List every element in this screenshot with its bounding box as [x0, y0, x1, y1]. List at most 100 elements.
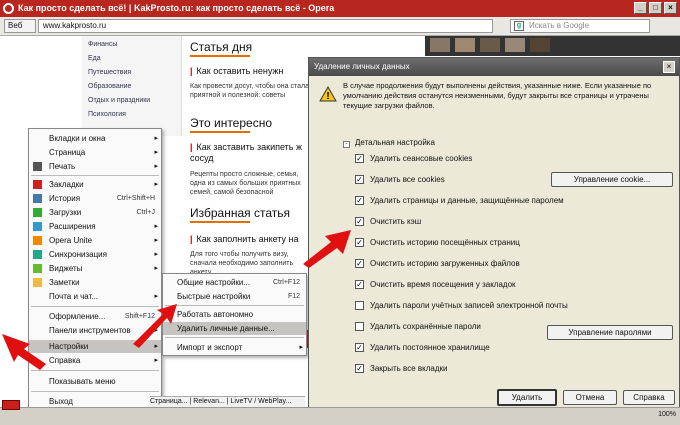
- submenu-arrow-icon: ▸: [154, 251, 158, 258]
- address-field[interactable]: www.kakprosto.ru: [38, 19, 493, 33]
- menu-item-tabs-windows[interactable]: Вкладки и окна ▸: [29, 132, 161, 145]
- menu-item-label: Быстрые настройки: [177, 292, 251, 301]
- option-all-cookies[interactable]: ✓ Удалить все cookies: [355, 174, 445, 186]
- menu-item-page[interactable]: Страница ▸: [29, 146, 161, 159]
- opera-menu-button[interactable]: [2, 400, 20, 410]
- menu-item-notes[interactable]: Заметки: [29, 276, 161, 289]
- submenu-item-quick-prefs[interactable]: Быстрые настройки F12: [163, 290, 306, 303]
- thumbnail[interactable]: [505, 38, 525, 52]
- menu-item-downloads[interactable]: Загрузки Ctrl+J: [29, 206, 161, 219]
- cancel-button[interactable]: Отмена: [563, 390, 617, 405]
- checkbox[interactable]: ✓: [355, 343, 364, 353]
- option-close-tabs[interactable]: ✓ Закрыть все вкладки: [355, 363, 447, 375]
- tab[interactable]: Страница...: [150, 398, 188, 405]
- section-heading: Статья дня: [190, 40, 253, 54]
- zoom-level[interactable]: 100%: [658, 411, 676, 418]
- option-session-cookies[interactable]: ✓ Удалить сеансовые cookies: [355, 153, 472, 165]
- dialog-info-text: В случае продолжения будут выполнены дей…: [343, 81, 652, 110]
- article-link[interactable]: | Как оставить ненужн: [190, 66, 310, 76]
- menu-item-widgets[interactable]: Виджеты ▸: [29, 262, 161, 275]
- option-label: Закрыть все вкладки: [370, 364, 448, 373]
- unite-icon: [33, 236, 42, 245]
- submenu-item-import-export[interactable]: Импорт и экспорт ▸: [163, 341, 306, 354]
- printer-icon: [33, 162, 42, 171]
- menu-item-label: Закладки: [49, 180, 84, 189]
- google-icon[interactable]: g: [514, 21, 524, 31]
- submenu-item-general-prefs[interactable]: Общие настройки... Ctrl+F12: [163, 276, 306, 289]
- option-password-pages[interactable]: ✓ Удалить страницы и данные, защищённые п…: [355, 195, 564, 207]
- submenu-arrow-icon: ▸: [154, 293, 158, 300]
- option-mail-passwords[interactable]: Удалить пароли учётных записей электронн…: [355, 300, 568, 312]
- heading-underline: [190, 131, 250, 133]
- tab[interactable]: LiveTV / WebPlay...: [231, 398, 292, 405]
- annotation-arrow-icon: [2, 334, 46, 370]
- nav-link[interactable]: Образование: [88, 83, 131, 90]
- nav-link[interactable]: Психология: [88, 111, 126, 118]
- article-link[interactable]: | Как заставить закипеть ж сосуд: [190, 142, 310, 164]
- article-link-text[interactable]: Как заполнить анкету на: [197, 234, 299, 244]
- checkbox[interactable]: ✓: [355, 259, 364, 269]
- menu-item-sync[interactable]: Синхронизация ▸: [29, 248, 161, 261]
- submenu-item-work-offline[interactable]: Работать автономно: [163, 308, 306, 321]
- tab[interactable]: Relevan...: [193, 398, 225, 405]
- checkbox[interactable]: ✓: [355, 196, 364, 206]
- search-field[interactable]: g Искать в Google: [510, 19, 650, 33]
- menu-item-label: Панели инструментов: [49, 326, 131, 335]
- checkbox[interactable]: [355, 322, 364, 332]
- menu-item-print[interactable]: Печать ▸: [29, 160, 161, 173]
- option-saved-passwords[interactable]: Удалить сохранённые пароли: [355, 321, 481, 333]
- menu-separator: [31, 175, 159, 176]
- menu-item-bookmarks[interactable]: Закладки ▸: [29, 178, 161, 191]
- minimize-button[interactable]: _: [634, 2, 647, 14]
- option-download-history[interactable]: ✓ Очистить историю загруженных файлов: [355, 258, 520, 270]
- option-history[interactable]: ✓ Очистить историю посещённых страниц: [355, 237, 520, 249]
- menu-item-mail-chat[interactable]: Почта и чат... ▸: [29, 290, 161, 303]
- checkbox[interactable]: [355, 301, 364, 311]
- checkbox[interactable]: ✓: [355, 175, 364, 185]
- nav-link[interactable]: Еда: [88, 55, 101, 62]
- checkbox[interactable]: ✓: [355, 238, 364, 248]
- article-link[interactable]: | Как заполнить анкету на: [190, 234, 310, 244]
- delete-button[interactable]: Удалить: [497, 389, 557, 406]
- option-label: Очистить историю загруженных файлов: [370, 259, 520, 268]
- option-persistent-storage[interactable]: ✓ Удалить постоянное хранилище: [355, 342, 490, 354]
- option-label: Удалить все cookies: [370, 175, 445, 184]
- checkbox[interactable]: ✓: [355, 364, 364, 374]
- option-bookmark-visits[interactable]: ✓ Очистить время посещения у закладок: [355, 279, 516, 291]
- help-button[interactable]: Справка: [623, 390, 675, 405]
- menu-item-show-menu[interactable]: Показывать меню: [29, 375, 161, 388]
- submenu-item-delete-private-data[interactable]: Удалить личные данные...: [163, 322, 306, 335]
- nav-link[interactable]: Финансы: [88, 41, 117, 48]
- menu-item-opera-unite[interactable]: Opera Unite ▸: [29, 234, 161, 247]
- article-link-text[interactable]: Как заставить закипеть ж сосуд: [190, 142, 302, 163]
- article-link-text[interactable]: Как оставить ненужн: [197, 66, 284, 76]
- checkbox[interactable]: ✓: [355, 280, 364, 290]
- menu-item-label: История: [49, 194, 81, 203]
- manage-passwords-button[interactable]: Управление паролями: [547, 325, 673, 340]
- nav-link[interactable]: Путешествия: [88, 69, 131, 76]
- thumbnail[interactable]: [455, 38, 475, 52]
- window-titlebar: Как просто сделать всё! | KakProsto.ru: …: [0, 0, 680, 17]
- web-button[interactable]: Веб: [4, 19, 36, 33]
- checkbox[interactable]: ✓: [355, 154, 364, 164]
- nav-link[interactable]: Отдых и праздники: [88, 97, 150, 104]
- dialog-close-button[interactable]: ×: [663, 61, 675, 73]
- manage-cookies-button[interactable]: Управление cookie...: [551, 172, 673, 187]
- option-cache[interactable]: ✓ Очистить кэш: [355, 216, 421, 228]
- thumbnail[interactable]: [530, 38, 550, 52]
- checkbox[interactable]: ✓: [355, 217, 364, 227]
- close-window-button[interactable]: ×: [664, 2, 677, 14]
- menu-item-label: Настройки: [49, 342, 89, 351]
- thumbnail[interactable]: [480, 38, 500, 52]
- collapse-icon[interactable]: -: [343, 141, 350, 148]
- menu-item-help[interactable]: Справка ▸: [29, 354, 161, 367]
- search-placeholder: Искать в Google: [529, 21, 590, 30]
- thumbnail[interactable]: [430, 38, 450, 52]
- menu-item-extensions[interactable]: Расширения ▸: [29, 220, 161, 233]
- option-label: Очистить кэш: [370, 217, 422, 226]
- detailed-settings-toggle[interactable]: - Детальная настройка: [343, 138, 435, 148]
- menu-item-label: Работать автономно: [177, 310, 254, 319]
- menu-item-history[interactable]: История Ctrl+Shift+H: [29, 192, 161, 205]
- maximize-button[interactable]: □: [649, 2, 662, 14]
- extensions-icon: [33, 222, 42, 231]
